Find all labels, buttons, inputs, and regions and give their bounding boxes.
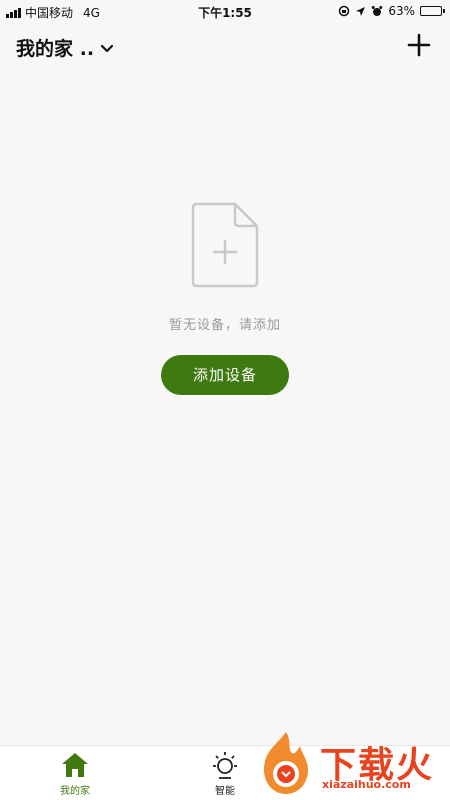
status-right: 63% <box>338 4 445 18</box>
battery-icon <box>420 6 445 16</box>
sun-icon <box>213 752 237 779</box>
location-icon <box>356 6 366 16</box>
home-selector[interactable]: 我的家 .. <box>16 34 114 61</box>
tab-my-home[interactable]: 我的家 <box>35 750 115 797</box>
tab-my-home-label: 我的家 <box>60 786 90 797</box>
tab-smart-label: 智能 <box>215 786 235 797</box>
chevron-down-icon <box>100 44 114 52</box>
rotation-lock-icon <box>339 5 350 17</box>
add-device-button[interactable]: 添加设备 <box>161 355 289 395</box>
flame-logo-icon <box>264 732 308 794</box>
empty-message: 暂无设备，请添加 <box>168 318 281 333</box>
plus-icon <box>407 33 431 57</box>
watermark-url: xiazaihuo.com <box>322 778 411 791</box>
alarm-icon <box>372 6 383 16</box>
status-bar: 中国移动 4G 下午1:55 63% <box>0 0 450 22</box>
header: 我的家 .. <box>0 28 450 68</box>
home-icon <box>62 753 88 777</box>
watermark: 下载火 xiazaihuo.com <box>256 730 446 796</box>
battery-percent: 63% <box>388 4 415 18</box>
tab-smart[interactable]: 智能 <box>185 750 265 797</box>
home-title: 我的家 .. <box>16 38 95 60</box>
add-file-icon <box>191 202 259 288</box>
empty-state: 暂无设备，请添加 添加设备 <box>0 200 450 395</box>
add-button[interactable] <box>406 32 432 58</box>
